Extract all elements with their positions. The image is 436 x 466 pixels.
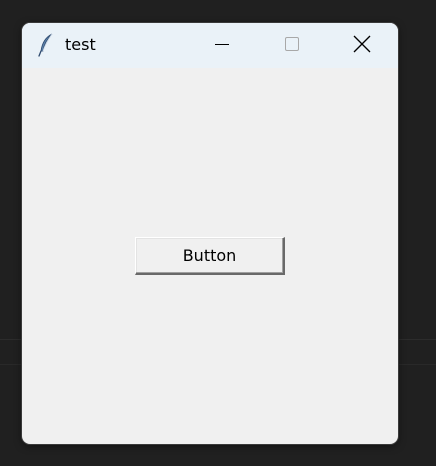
window-title: test — [65, 35, 96, 54]
minimize-button[interactable] — [188, 23, 256, 68]
main-button[interactable]: Button — [135, 237, 285, 275]
maximize-button — [258, 23, 326, 68]
feather-icon — [36, 33, 56, 57]
minimize-icon — [214, 36, 230, 56]
maximize-icon — [284, 36, 300, 56]
app-window: test Button — [22, 23, 398, 444]
close-button[interactable] — [328, 23, 396, 68]
title-bar[interactable]: test — [22, 23, 398, 68]
window-content: Button — [22, 68, 398, 444]
close-icon — [353, 35, 371, 57]
